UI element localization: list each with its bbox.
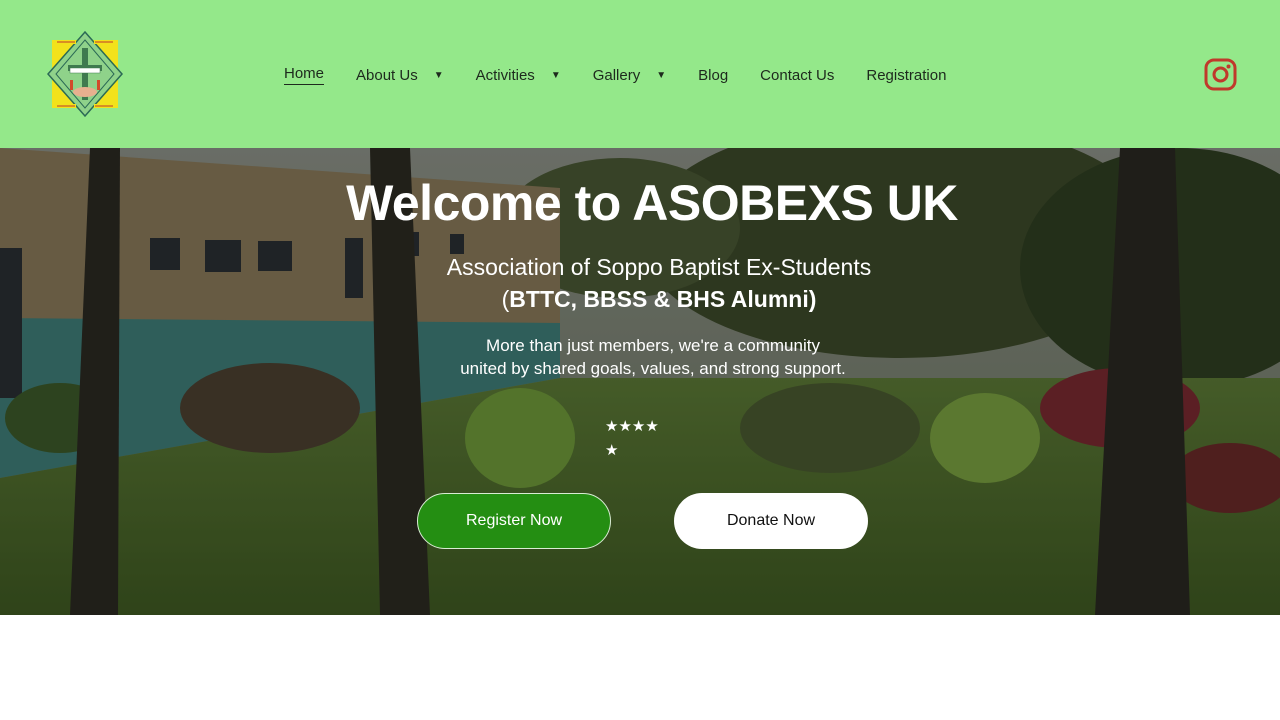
hero-subtitle-alumni: (BTTC, BBSS & BHS Alumni) bbox=[0, 286, 1280, 313]
star-rating: ★★★★ ★ bbox=[605, 415, 669, 463]
hero-subtitle: Association of Soppo Baptist Ex-Students bbox=[446, 254, 872, 280]
main-nav: Home About Us ▼ Activities ▼ Gallery ▼ B… bbox=[284, 62, 946, 88]
hero-section: Welcome to ASOBEXS UK Association of Sop… bbox=[0, 148, 1280, 615]
chevron-down-icon[interactable]: ▼ bbox=[434, 70, 444, 81]
hero-description-line: united by shared goals, values, and stro… bbox=[460, 359, 846, 378]
chevron-down-icon[interactable]: ▼ bbox=[656, 70, 666, 81]
nav-item-activities[interactable]: Activities ▼ bbox=[476, 62, 561, 88]
nav-label: Contact Us bbox=[760, 66, 835, 84]
star-icon: ★ bbox=[605, 442, 619, 459]
nav-label: Gallery bbox=[592, 66, 641, 84]
nav-item-home[interactable]: Home bbox=[284, 62, 325, 88]
nav-label: Activities bbox=[475, 66, 535, 84]
hero-description-line: More than just members, we're a communit… bbox=[486, 336, 820, 355]
register-now-button[interactable]: Register Now bbox=[417, 493, 611, 549]
hero-title: Welcome to ASOBEXS UK bbox=[346, 175, 958, 231]
site-header: Home About Us ▼ Activities ▼ Gallery ▼ B… bbox=[0, 0, 1280, 148]
instagram-icon[interactable] bbox=[1204, 58, 1237, 91]
nav-label: About Us bbox=[356, 66, 418, 84]
donate-now-button[interactable]: Donate Now bbox=[674, 493, 868, 549]
nav-item-about-us[interactable]: About Us ▼ bbox=[356, 62, 444, 88]
chevron-down-icon[interactable]: ▼ bbox=[551, 70, 561, 81]
asobexs-logo[interactable] bbox=[46, 30, 124, 118]
nav-label: Home bbox=[284, 65, 325, 85]
nav-item-registration[interactable]: Registration bbox=[866, 62, 946, 88]
alumni-text: BTTC, BBSS & BHS Alumni) bbox=[509, 286, 817, 312]
nav-item-gallery[interactable]: Gallery ▼ bbox=[593, 62, 666, 88]
nav-label: Registration bbox=[866, 66, 947, 84]
nav-label: Blog bbox=[698, 66, 729, 84]
nav-item-contact-us[interactable]: Contact Us bbox=[760, 62, 834, 88]
star-icon: ★★★★ bbox=[605, 418, 659, 435]
hero-description: More than just members, we're a communit… bbox=[0, 334, 1280, 380]
nav-item-blog[interactable]: Blog bbox=[698, 62, 728, 88]
